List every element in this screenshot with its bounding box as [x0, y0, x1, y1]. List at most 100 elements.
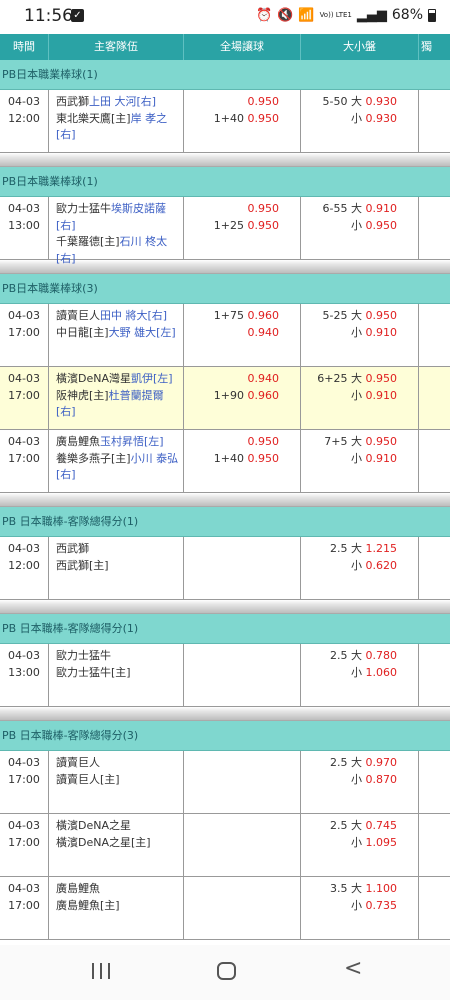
over-under-cell[interactable]: 5-50 大 0.930 小 0.930	[301, 90, 419, 152]
over-under-cell[interactable]: 2.5 大 0.745 小 1.095	[301, 814, 419, 876]
header-teams[interactable]: 主客隊伍	[49, 34, 184, 60]
over-odds[interactable]: 0.950	[366, 435, 398, 448]
handicap-cell[interactable]: 0.950 1+25 0.950	[184, 197, 301, 259]
under-odds[interactable]: 0.930	[366, 112, 398, 125]
over-odds[interactable]: 0.970	[366, 756, 398, 769]
over-under-cell[interactable]: 6+25 大 0.950 小 0.910	[301, 367, 419, 429]
league-header[interactable]: PB日本職業棒球(1)	[0, 60, 450, 90]
handicap-cell[interactable]	[184, 751, 301, 813]
match-row[interactable]: 04-03 17:00 廣島鯉魚 廣島鯉魚[主] 3.5 大 1.100 小 0.735	[0, 877, 450, 940]
over-under-cell[interactable]: 2.5 大 0.780 小 1.060	[301, 644, 419, 706]
over-under-cell[interactable]: 5-25 大 0.950 小 0.910	[301, 304, 419, 366]
handicap-odds[interactable]: 0.940	[248, 326, 280, 339]
over-odds[interactable]: 0.950	[366, 309, 398, 322]
handicap-odds[interactable]: 0.950	[248, 435, 280, 448]
recents-icon[interactable]	[92, 963, 110, 979]
match-datetime: 04-03 17:00	[0, 304, 49, 366]
odds-list[interactable]: PB日本職業棒球(1) 04-03 12:00 西武獅上田 大河[右] 東北樂天鷹[主]…	[0, 60, 450, 945]
over-odds[interactable]: 1.100	[366, 882, 398, 895]
under-odds[interactable]: 1.060	[366, 666, 398, 679]
over-odds[interactable]: 0.930	[366, 95, 398, 108]
match-row[interactable]: 04-03 17:00 橫濱DeNA之星 橫濱DeNA之星[主] 2.5 大 0.74…	[0, 814, 450, 877]
over-under-cell[interactable]: 6-55 大 0.910 小 0.950	[301, 197, 419, 259]
extra-cell[interactable]	[419, 90, 450, 152]
league-header[interactable]: PB 日本職棒-客隊總得分(1)	[0, 507, 450, 537]
mute-icon: 🔇	[277, 7, 294, 23]
extra-cell[interactable]	[419, 877, 450, 939]
handicap-cell[interactable]	[184, 644, 301, 706]
handicap-cell[interactable]	[184, 814, 301, 876]
extra-cell[interactable]	[419, 367, 450, 429]
over-under-cell[interactable]: 7+5 大 0.950 小 0.910	[301, 430, 419, 492]
match-datetime: 04-03 17:00	[0, 751, 49, 813]
match-row[interactable]: 04-03 17:00 橫濱DeNA灣星凱伊[左] 阪神虎[主]杜普蘭提爾[右] 0.…	[0, 367, 450, 430]
over-under-cell[interactable]: 2.5 大 0.970 小 0.870	[301, 751, 419, 813]
header-extra[interactable]: 獨	[419, 34, 450, 60]
back-icon[interactable]: <	[344, 958, 362, 980]
over-odds[interactable]: 0.745	[366, 819, 398, 832]
under-odds[interactable]: 0.910	[366, 452, 398, 465]
handicap-cell[interactable]	[184, 877, 301, 939]
over-odds[interactable]: 0.780	[366, 649, 398, 662]
extra-cell[interactable]	[419, 197, 450, 259]
extra-cell[interactable]	[419, 430, 450, 492]
under-odds[interactable]: 0.735	[366, 899, 398, 912]
match-row[interactable]: 04-03 17:00 廣島鯉魚玉村昇悟[左] 養樂多燕子[主]小川 泰弘[右] 0.…	[0, 430, 450, 493]
handicap-cell[interactable]: 0.950 1+40 0.950	[184, 90, 301, 152]
handicap-odds[interactable]: 0.960	[248, 309, 280, 322]
handicap-odds[interactable]: 0.950	[248, 202, 280, 215]
signal-icon: ▂▄▆	[356, 7, 387, 23]
extra-cell[interactable]	[419, 304, 450, 366]
match-date: 04-03	[8, 95, 40, 108]
under-odds[interactable]: 0.870	[366, 773, 398, 786]
home-icon[interactable]	[217, 962, 236, 980]
over-odds[interactable]: 1.215	[366, 542, 398, 555]
handicap-odds[interactable]: 0.950	[248, 95, 280, 108]
battery-percent: 68%	[391, 7, 423, 23]
handicap-odds[interactable]: 0.950	[248, 112, 280, 125]
under-odds[interactable]: 0.620	[366, 559, 398, 572]
match-row[interactable]: 04-03 12:00 西武獅上田 大河[右] 東北樂天鷹[主]岸 孝之[右] 0.9…	[0, 90, 450, 153]
extra-cell[interactable]	[419, 537, 450, 599]
over-line: 6-55 大	[322, 202, 362, 215]
league-header[interactable]: PB 日本職棒-客隊總得分(3)	[0, 721, 450, 751]
over-odds[interactable]: 0.910	[366, 202, 398, 215]
match-datetime: 04-03 12:00	[0, 537, 49, 599]
under-odds[interactable]: 0.910	[366, 389, 398, 402]
handicap-cell[interactable]: 0.940 1+90 0.960	[184, 367, 301, 429]
match-time: 12:00	[8, 558, 40, 572]
match-row[interactable]: 04-03 13:00 歐力士猛牛 歐力士猛牛[主] 2.5 大 0.780 小 1.0…	[0, 644, 450, 707]
header-handicap[interactable]: 全場讓球	[184, 34, 301, 60]
match-teams: 歐力士猛牛 歐力士猛牛[主]	[49, 644, 184, 706]
under-odds[interactable]: 1.095	[366, 836, 398, 849]
header-time[interactable]: 時間	[0, 34, 49, 60]
handicap-odds[interactable]: 0.940	[248, 372, 280, 385]
match-datetime: 04-03 12:00	[0, 90, 49, 152]
league-header[interactable]: PB日本職業棒球(3)	[0, 274, 450, 304]
handicap-odds[interactable]: 0.950	[248, 219, 280, 232]
league-header[interactable]: PB 日本職棒-客隊總得分(1)	[0, 614, 450, 644]
match-row[interactable]: 04-03 17:00 讀賣巨人 讀賣巨人[主] 2.5 大 0.970 小 0.870	[0, 751, 450, 814]
match-date: 04-03	[8, 819, 40, 832]
handicap-cell[interactable]: 0.950 1+40 0.950	[184, 430, 301, 492]
home-team: 橫濱DeNA之星[主]	[56, 835, 151, 849]
match-row[interactable]: 04-03 12:00 西武獅 西武獅[主] 2.5 大 1.215 小 0.620	[0, 537, 450, 600]
match-row[interactable]: 04-03 13:00 歐力士猛牛埃斯皮諾薩[右] 千葉羅德[主]石川 柊太[右] 0…	[0, 197, 450, 265]
battery-icon	[428, 8, 436, 22]
handicap-odds[interactable]: 0.950	[248, 452, 280, 465]
under-odds[interactable]: 0.950	[366, 219, 398, 232]
header-over-under[interactable]: 大小盤	[301, 34, 419, 60]
over-under-cell[interactable]: 2.5 大 1.215 小 0.620	[301, 537, 419, 599]
over-odds[interactable]: 0.950	[366, 372, 398, 385]
handicap-odds[interactable]: 0.960	[248, 389, 280, 402]
match-row[interactable]: 04-03 17:00 讀賣巨人田中 將大[右] 中日龍[主]大野 雄大[左] 1+75…	[0, 304, 450, 367]
under-odds[interactable]: 0.910	[366, 326, 398, 339]
over-under-cell[interactable]: 3.5 大 1.100 小 0.735	[301, 877, 419, 939]
extra-cell[interactable]	[419, 751, 450, 813]
handicap-cell[interactable]	[184, 537, 301, 599]
home-team: 千葉羅德[主]	[56, 235, 120, 248]
extra-cell[interactable]	[419, 644, 450, 706]
league-header[interactable]: PB日本職業棒球(1)	[0, 167, 450, 197]
handicap-cell[interactable]: 1+75 0.960 0.940	[184, 304, 301, 366]
extra-cell[interactable]	[419, 814, 450, 876]
